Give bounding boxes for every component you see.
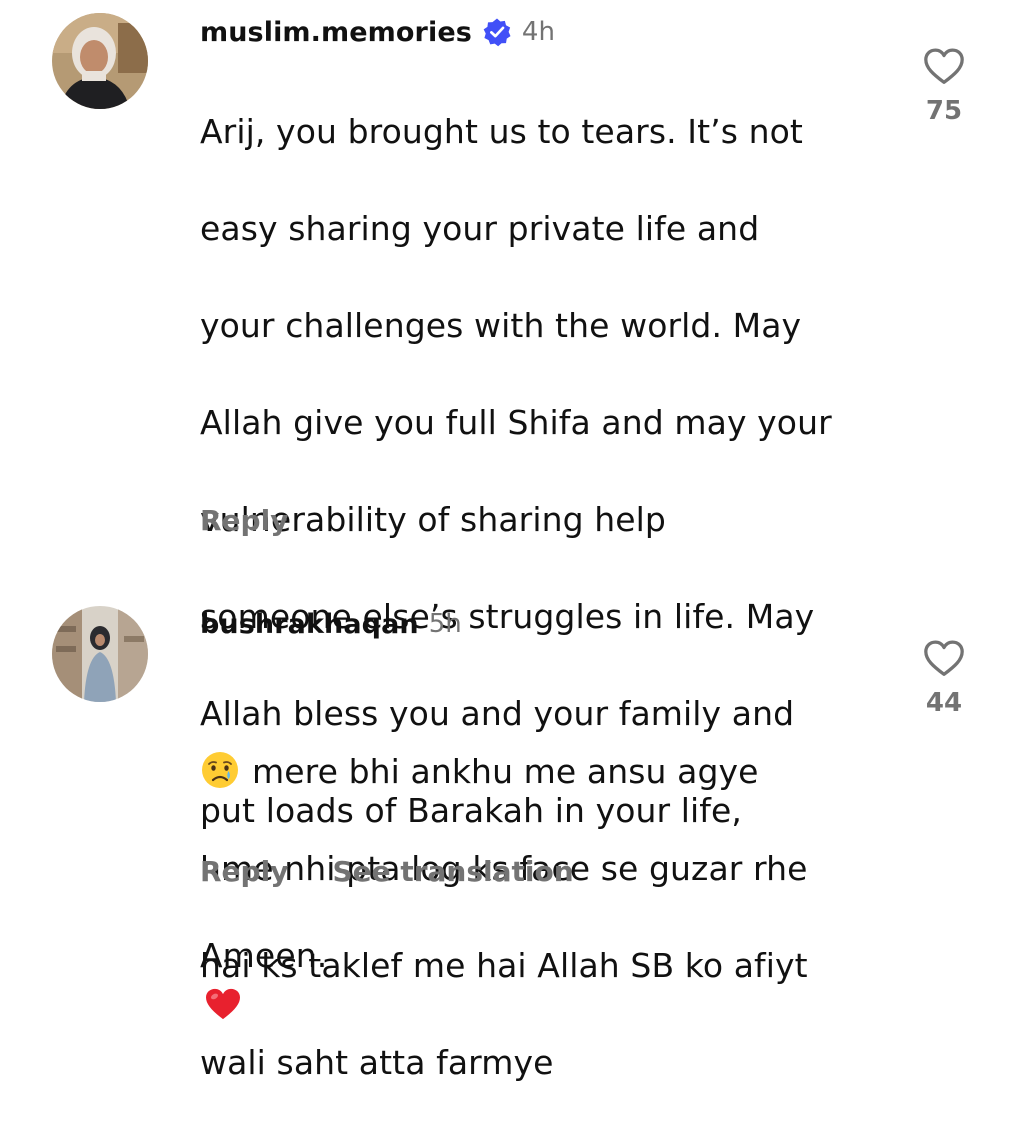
like-count: 75 bbox=[925, 96, 963, 126]
comment-line: mere bhi ankhu me ansu agye bbox=[252, 752, 759, 791]
avatar[interactable] bbox=[52, 13, 148, 109]
timestamp: 5h bbox=[428, 609, 462, 639]
comment-line: wali saht atta farmye bbox=[200, 1043, 554, 1082]
comment-line-first: mere bhi ankhu me ansu agye bbox=[200, 700, 860, 797]
avatar-photo-icon bbox=[52, 606, 148, 702]
like-count: 44 bbox=[925, 688, 963, 718]
comment-line: vulnerability of sharing help bbox=[200, 499, 666, 539]
comment-item: bushrakhaqan 5h mere bhi ankhu me ansu a… bbox=[0, 590, 1024, 1082]
avatar[interactable] bbox=[52, 606, 148, 702]
verified-badge-icon bbox=[483, 18, 511, 47]
comment-item: muslim.memories 4h Arij, you brought us … bbox=[0, 0, 1024, 1019]
username[interactable]: bushrakhaqan bbox=[200, 609, 419, 640]
crying-face-emoji bbox=[202, 752, 238, 788]
see-translation-button[interactable]: See translation bbox=[332, 855, 573, 888]
comment-line: Allah give you full Shifa and may your bbox=[200, 402, 832, 442]
reply-button[interactable]: Reply bbox=[200, 855, 288, 888]
avatar-photo-icon bbox=[52, 13, 148, 109]
comment-text: mere bhi ankhu me ansu agye hme nhi pta … bbox=[200, 651, 860, 1136]
timestamp: 4h bbox=[521, 17, 555, 47]
comment-line: hai ks taklef me hai Allah SB ko afiyt bbox=[200, 946, 808, 985]
comment-line: easy sharing your private life and bbox=[200, 208, 760, 248]
reply-button[interactable]: Reply bbox=[200, 504, 288, 537]
heart-outline-icon[interactable] bbox=[922, 638, 966, 678]
comment-line: your challenges with the world. May bbox=[200, 305, 802, 345]
username[interactable]: muslim.memories bbox=[200, 17, 472, 48]
heart-outline-icon[interactable] bbox=[922, 46, 966, 86]
comment-line: Arij, you brought us to tears. It’s not bbox=[200, 111, 803, 151]
